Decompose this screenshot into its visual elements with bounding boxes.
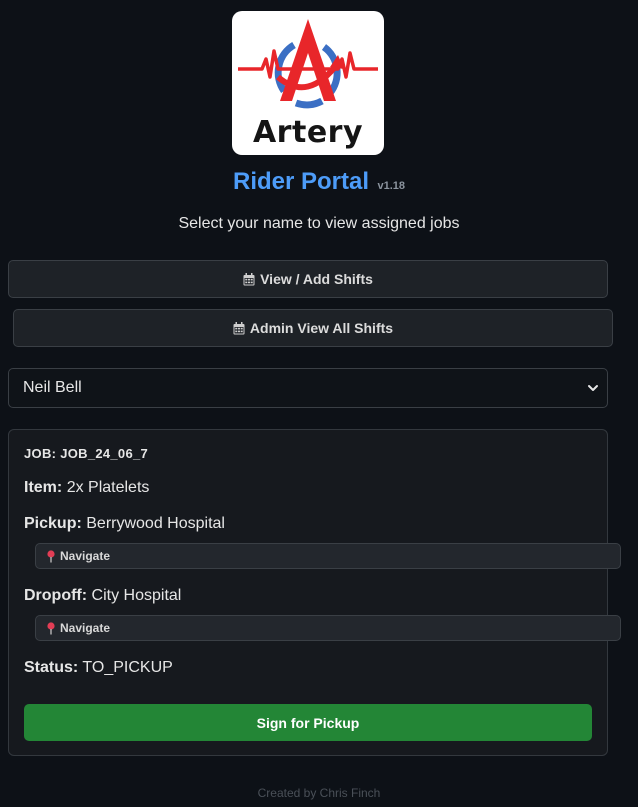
admin-view-shifts-button[interactable]: Admin View All Shifts xyxy=(13,309,613,347)
page-title: Rider Portal xyxy=(232,168,370,195)
pushpin-icon xyxy=(47,549,55,562)
calendar-icon xyxy=(243,272,255,285)
logo-wordmark: Artery xyxy=(252,115,364,150)
pushpin-icon xyxy=(47,621,55,634)
pickup-value: Berrywood Hospital xyxy=(86,515,225,532)
job-id-value: JOB_24_06_7 xyxy=(60,446,149,461)
job-id: JOB: JOB_24_06_7 xyxy=(24,446,148,461)
pickup-label: Pickup: xyxy=(24,515,82,532)
calendar-icon xyxy=(233,321,245,334)
item-value: 2x Platelets xyxy=(66,479,150,496)
sign-for-pickup-button[interactable]: Sign for Pickup xyxy=(24,704,592,741)
rider-select[interactable]: Neil Bell xyxy=(8,368,608,408)
job-item: Item: 2x Platelets xyxy=(24,479,149,497)
dropoff-label: Dropoff: xyxy=(24,587,88,604)
header: Rider Portal v1.18 xyxy=(0,168,638,196)
job-dropoff: Dropoff: City Hospital xyxy=(24,587,181,605)
version-badge: v1.18 xyxy=(377,180,405,192)
page-subtitle: Select your name to view assigned jobs xyxy=(178,215,460,232)
status-value: TO_PICKUP xyxy=(82,659,173,676)
rider-portal-page: Artery Rider Portal v1.18 Select your na… xyxy=(0,0,638,807)
item-label: Item: xyxy=(24,479,63,496)
job-id-label: JOB: xyxy=(24,446,57,461)
artery-logo-icon xyxy=(238,19,378,109)
rider-select-value: Neil Bell xyxy=(23,379,82,396)
navigate-dropoff-label: Navigate xyxy=(60,621,111,635)
navigate-pickup-button[interactable]: Navigate xyxy=(35,543,621,569)
dropoff-value: City Hospital xyxy=(91,587,182,604)
job-status: Status: TO_PICKUP xyxy=(24,659,173,677)
chevron-down-icon xyxy=(588,385,598,391)
view-add-shifts-label: View / Add Shifts xyxy=(260,271,373,287)
job-card: JOB: JOB_24_06_7 Item: 2x Platelets Pick… xyxy=(8,429,621,756)
status-label: Status: xyxy=(24,659,79,676)
admin-view-shifts-label: Admin View All Shifts xyxy=(249,320,394,336)
navigate-pickup-label: Navigate xyxy=(60,549,111,563)
artery-logo: Artery xyxy=(232,11,384,155)
job-pickup: Pickup: Berrywood Hospital xyxy=(24,515,225,533)
view-add-shifts-button[interactable]: View / Add Shifts xyxy=(8,260,608,298)
navigate-dropoff-button[interactable]: Navigate xyxy=(35,615,621,641)
footer-credit: Created by Chris Finch xyxy=(257,786,381,800)
